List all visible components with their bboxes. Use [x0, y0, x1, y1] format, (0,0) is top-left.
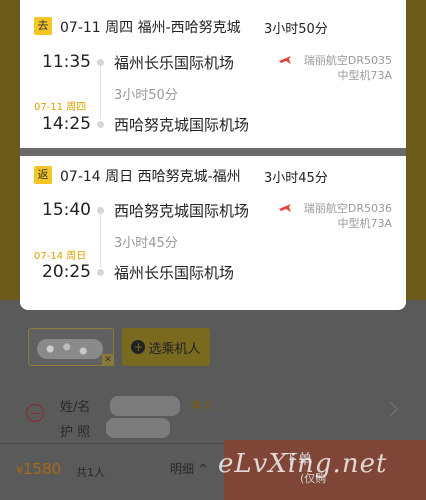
- price-detail-button[interactable]: 明细 ^: [170, 460, 208, 477]
- remove-passenger-icon[interactable]: ✕: [102, 354, 114, 366]
- return-aircraft: 中型机73A: [337, 217, 392, 230]
- return-arrival-airport: 福州长乐国际机场: [114, 264, 235, 282]
- return-segment: 返 07-14 周日 西哈努克城-福州 3小时45分 15:40 西哈努克城国际…: [20, 152, 406, 310]
- self-badge: 本人: [190, 398, 215, 412]
- outbound-aircraft: 中型机73A: [337, 69, 392, 82]
- add-passenger-label: 选乘机人: [148, 341, 201, 357]
- return-duration-header: 3小时45分: [264, 171, 328, 186]
- passport-number-redacted: [106, 418, 170, 438]
- passport-label: 护 照: [60, 425, 91, 440]
- passenger-count: 共1人: [76, 466, 105, 479]
- selected-passenger-chip[interactable]: ✕: [28, 328, 114, 366]
- outbound-arrival-time: 14:25: [42, 114, 91, 134]
- outbound-duration-header: 3小时50分: [264, 22, 328, 37]
- plus-icon: +: [131, 340, 146, 354]
- outbound-arrival-dot: [97, 121, 104, 128]
- return-departure-airport: 西哈努克城国际机场: [114, 202, 250, 220]
- background-banner-left: [0, 0, 22, 300]
- outbound-departure-dot: [97, 59, 104, 66]
- remove-passenger-minus-icon[interactable]: [26, 404, 44, 422]
- return-tag: 返: [34, 166, 52, 184]
- outbound-arrival-date: 07-11 周四: [34, 102, 87, 113]
- outbound-date-header: 07-11 周四 福州-西哈努克城: [60, 20, 241, 36]
- add-passenger-button[interactable]: + 选乘机人: [122, 328, 210, 366]
- return-arrival-date: 07-14 周日: [34, 251, 87, 262]
- outbound-flight-duration: 3小时50分: [114, 88, 178, 103]
- name-label: 姓/名: [60, 400, 91, 415]
- flight-detail-modal: 去 07-11 周四 福州-西哈努克城 3小时50分 11:35 福州长乐国际机…: [20, 0, 406, 310]
- return-timeline: [100, 214, 101, 268]
- outbound-arrival-airport: 西哈努克城国际机场: [114, 116, 250, 134]
- passenger-name-redacted-field: [110, 396, 180, 416]
- currency-symbol: ¥: [16, 464, 23, 477]
- airline-plane-icon: [279, 204, 291, 212]
- passenger-name-redacted: [37, 339, 103, 359]
- watermark: eLvXing.net: [218, 449, 388, 479]
- total-price: ¥1580: [16, 460, 61, 478]
- outbound-timeline: [100, 66, 101, 119]
- chevron-up-icon: ^: [194, 462, 208, 476]
- return-departure-dot: [97, 207, 104, 214]
- outbound-tag: 去: [34, 17, 52, 35]
- return-arrival-dot: [97, 269, 104, 276]
- outbound-departure-airport: 福州长乐国际机场: [114, 54, 235, 72]
- return-date-header: 07-14 周日 西哈努克城-福州: [60, 169, 241, 185]
- outbound-departure-time: 11:35: [42, 52, 91, 72]
- return-departure-time: 15:40: [42, 200, 91, 220]
- return-flight-duration: 3小时45分: [114, 236, 178, 251]
- price-detail-label: 明细: [170, 462, 195, 476]
- outbound-segment: 去 07-11 周四 福州-西哈努克城 3小时50分 11:35 福州长乐国际机…: [20, 0, 406, 150]
- return-arrival-time: 20:25: [42, 262, 91, 282]
- return-airline: 瑞丽航空DR5036: [303, 202, 392, 215]
- price-value: 1580: [23, 460, 62, 478]
- background-banner-right: [404, 0, 426, 300]
- outbound-airline: 瑞丽航空DR5035: [303, 54, 392, 67]
- airline-plane-icon: [279, 56, 291, 64]
